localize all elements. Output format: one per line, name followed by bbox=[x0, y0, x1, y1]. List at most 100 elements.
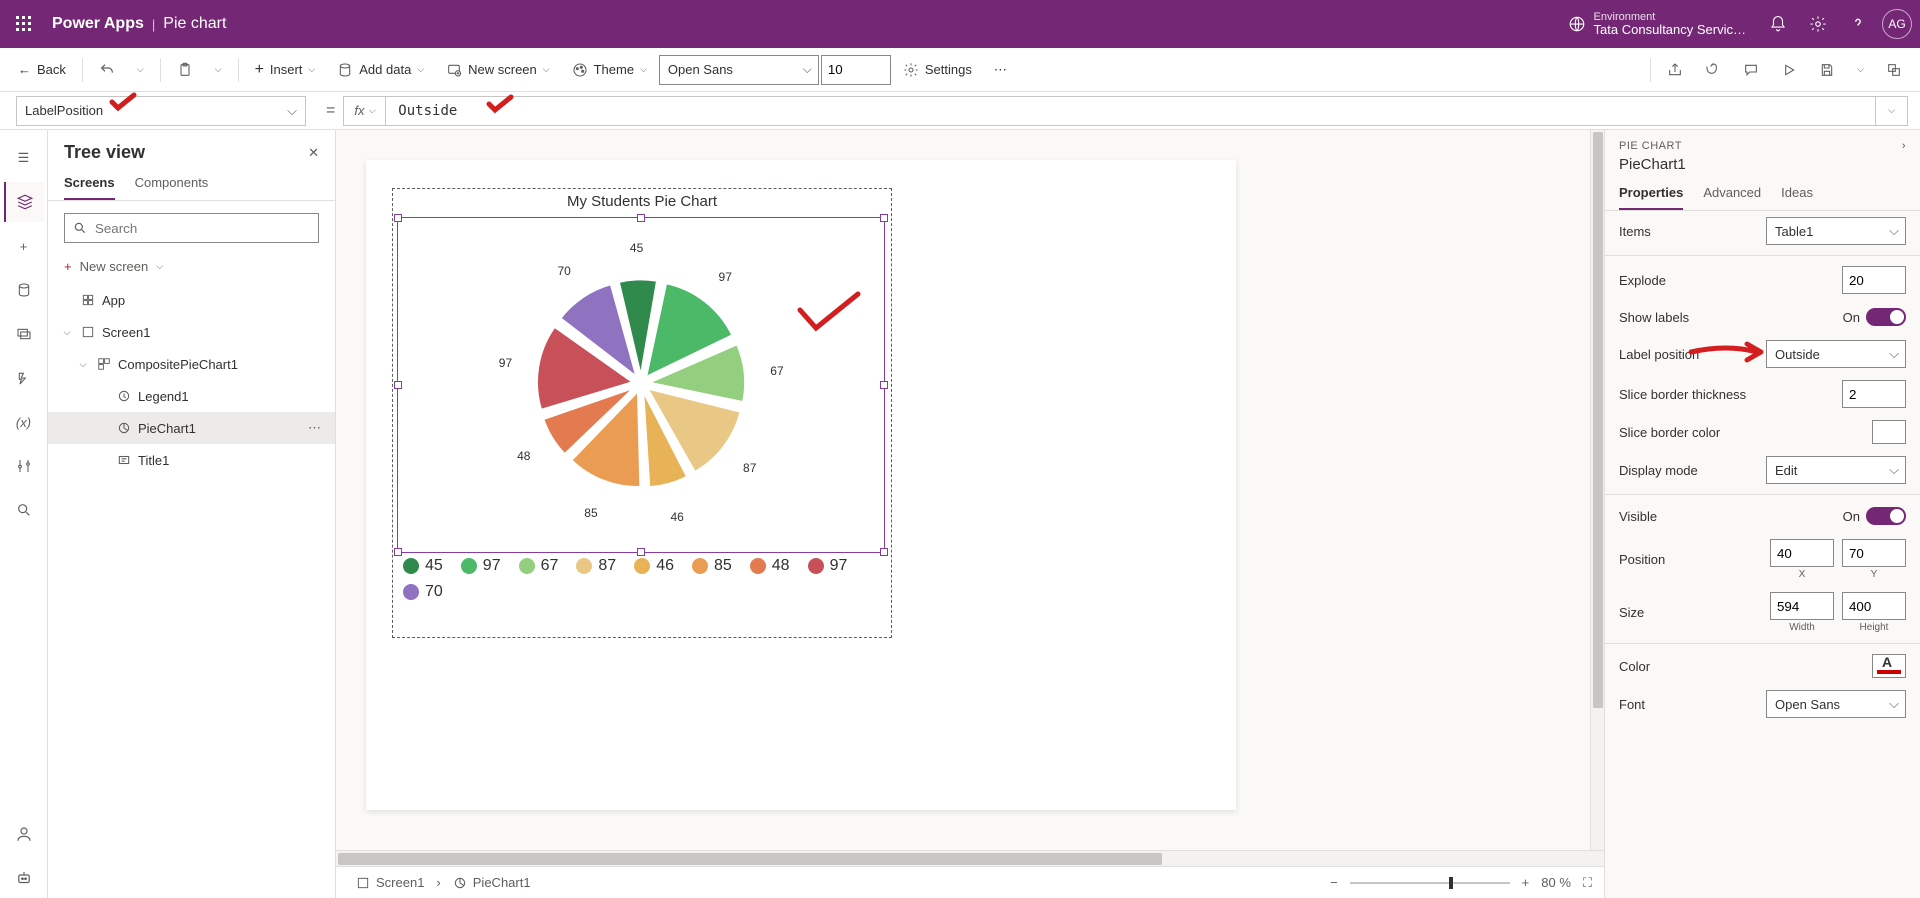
rail-tree-icon[interactable] bbox=[4, 182, 44, 222]
more-commands[interactable]: ⋯ bbox=[984, 54, 1017, 86]
pie-data-label: 97 bbox=[499, 356, 512, 370]
resize-handle[interactable] bbox=[880, 214, 888, 222]
prop-x-input[interactable] bbox=[1770, 539, 1834, 567]
prop-font-select[interactable]: Open Sans bbox=[1766, 690, 1906, 718]
rail-data-icon[interactable] bbox=[4, 270, 44, 310]
tree-search[interactable] bbox=[64, 213, 319, 243]
tree-node-legend[interactable]: Legend1 bbox=[48, 380, 335, 412]
formula-expand-button[interactable]: ⌵ bbox=[1875, 97, 1907, 125]
theme-button[interactable]: Theme⌵ bbox=[562, 54, 657, 86]
prop-height-input[interactable] bbox=[1842, 592, 1906, 620]
tab-screens[interactable]: Screens bbox=[64, 175, 115, 200]
fx-label[interactable]: fx⌵ bbox=[344, 97, 386, 125]
resize-handle[interactable] bbox=[880, 381, 888, 389]
font-size-input[interactable] bbox=[821, 55, 891, 85]
tree-node-screen1[interactable]: ⌵Screen1 bbox=[48, 316, 335, 348]
props-expand-icon[interactable]: › bbox=[1902, 140, 1906, 152]
undo-button[interactable] bbox=[89, 54, 125, 86]
tab-components[interactable]: Components bbox=[135, 175, 209, 200]
resize-handle[interactable] bbox=[637, 214, 645, 222]
tree-search-input[interactable] bbox=[95, 221, 310, 236]
resize-handle[interactable] bbox=[394, 381, 402, 389]
prop-labelpos-select[interactable]: Outside bbox=[1766, 340, 1906, 368]
composite-container[interactable]: My Students Pie Chart bbox=[392, 188, 892, 638]
rail-variables-icon[interactable]: (x) bbox=[4, 402, 44, 442]
rail-tools-icon[interactable] bbox=[4, 446, 44, 486]
rail-flows-icon[interactable] bbox=[4, 358, 44, 398]
rail-virtual-agent-icon[interactable] bbox=[4, 858, 44, 898]
prop-display-select[interactable]: Edit bbox=[1766, 456, 1906, 484]
prop-width-input[interactable] bbox=[1770, 592, 1834, 620]
breadcrumb-screen[interactable]: Screen1 bbox=[348, 873, 432, 892]
canvas-hscrollbar[interactable] bbox=[336, 850, 1604, 866]
zoom-out-button[interactable]: − bbox=[1330, 875, 1338, 890]
props-tab-ideas[interactable]: Ideas bbox=[1781, 185, 1813, 210]
tree-node-more-icon[interactable]: ⋯ bbox=[308, 420, 323, 436]
props-tab-properties[interactable]: Properties bbox=[1619, 185, 1683, 210]
property-dropdown[interactable]: LabelPosition bbox=[16, 96, 306, 126]
piechart-control[interactable]: 459767874685489770 bbox=[397, 217, 885, 553]
undo-dropdown[interactable]: ⌵ bbox=[127, 54, 154, 86]
resize-handle[interactable] bbox=[394, 214, 402, 222]
app-checker-button[interactable] bbox=[1695, 54, 1731, 86]
user-avatar[interactable]: AG bbox=[1882, 9, 1912, 39]
rail-insert-icon[interactable]: + bbox=[4, 226, 44, 266]
tree-node-title[interactable]: Title1 bbox=[48, 444, 335, 476]
props-tab-advanced[interactable]: Advanced bbox=[1703, 185, 1761, 210]
comments-button[interactable] bbox=[1733, 54, 1769, 86]
legend-swatch bbox=[403, 584, 419, 600]
rail-media-icon[interactable] bbox=[4, 314, 44, 354]
waffle-icon[interactable] bbox=[8, 8, 40, 40]
app-header: Power Apps | Pie chart Environment Tata … bbox=[0, 0, 1920, 48]
new-screen-button[interactable]: New screen⌵ bbox=[436, 54, 559, 86]
zoom-in-button[interactable]: + bbox=[1522, 875, 1530, 890]
app-settings-button[interactable]: Settings bbox=[893, 54, 982, 86]
environment-picker[interactable]: Environment Tata Consultancy Servic… bbox=[1568, 11, 1746, 37]
rail-hamburger-icon[interactable]: ☰ bbox=[4, 138, 44, 178]
add-data-button[interactable]: Add data⌵ bbox=[327, 54, 434, 86]
tree-node-app[interactable]: App bbox=[48, 284, 335, 316]
prop-visible-toggle[interactable] bbox=[1866, 507, 1906, 525]
help-icon[interactable] bbox=[1838, 4, 1878, 44]
canvas-vscrollbar[interactable] bbox=[1590, 130, 1604, 850]
prop-items-select[interactable]: Table1 bbox=[1766, 217, 1906, 245]
share-button[interactable] bbox=[1657, 54, 1693, 86]
prop-explode-input[interactable] bbox=[1842, 266, 1906, 294]
save-button[interactable] bbox=[1809, 54, 1845, 86]
paste-dropdown[interactable]: ⌵ bbox=[205, 54, 232, 86]
formula-input[interactable]: Outside bbox=[386, 103, 469, 119]
preview-button[interactable] bbox=[1771, 54, 1807, 86]
prop-visible-label: Visible bbox=[1619, 509, 1657, 524]
tree-node-piechart[interactable]: PieChart1⋯ bbox=[48, 412, 335, 444]
resize-handle[interactable] bbox=[880, 548, 888, 556]
prop-bordercolor-swatch[interactable] bbox=[1872, 420, 1906, 444]
pie-data-label: 48 bbox=[517, 449, 530, 463]
tree-close-icon[interactable]: ✕ bbox=[308, 145, 319, 161]
settings-gear-icon[interactable] bbox=[1798, 4, 1838, 44]
pie-data-label: 67 bbox=[770, 364, 783, 378]
font-select[interactable]: Open Sans bbox=[659, 55, 819, 85]
legend-item: 70 bbox=[403, 583, 443, 601]
rail-search-icon[interactable] bbox=[4, 490, 44, 530]
tree-new-screen[interactable]: +New screen⌵ bbox=[48, 255, 335, 284]
tree-node-composite[interactable]: ⌵CompositePieChart1 bbox=[48, 348, 335, 380]
fit-screen-button[interactable]: ⛶ bbox=[1583, 875, 1592, 891]
publish-button[interactable] bbox=[1876, 54, 1912, 86]
save-dropdown[interactable]: ⌵ bbox=[1847, 54, 1874, 86]
prop-color-swatch[interactable] bbox=[1872, 654, 1906, 678]
breadcrumb-control[interactable]: PieChart1 bbox=[445, 873, 539, 892]
prop-y-input[interactable] bbox=[1842, 539, 1906, 567]
back-button[interactable]: ←Back bbox=[8, 54, 76, 86]
screen-canvas[interactable]: My Students Pie Chart bbox=[366, 160, 1236, 810]
pie-data-label: 87 bbox=[743, 461, 756, 475]
zoom-slider[interactable] bbox=[1350, 882, 1510, 884]
paste-button[interactable] bbox=[167, 54, 203, 86]
rail-ask-icon[interactable] bbox=[4, 814, 44, 854]
legend-item: 48 bbox=[750, 557, 790, 575]
resize-handle[interactable] bbox=[394, 548, 402, 556]
prop-border-input[interactable] bbox=[1842, 380, 1906, 408]
prop-showlabels-toggle[interactable] bbox=[1866, 308, 1906, 326]
insert-button[interactable]: +Insert⌵ bbox=[245, 54, 326, 86]
notifications-icon[interactable] bbox=[1758, 4, 1798, 44]
resize-handle[interactable] bbox=[637, 548, 645, 556]
